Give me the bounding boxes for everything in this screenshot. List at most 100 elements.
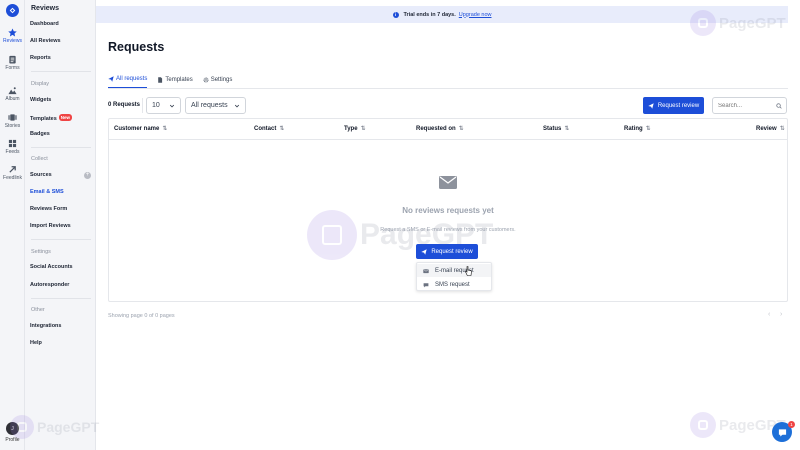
search-box[interactable]: [712, 97, 787, 114]
add-source-icon[interactable]: +: [84, 172, 91, 179]
sms-request-option[interactable]: SMS request: [417, 278, 491, 291]
submenu-item-badges[interactable]: Badges: [30, 131, 50, 137]
clipboard-icon: [8, 54, 18, 64]
column-header-rating[interactable]: Rating ⇅: [624, 125, 651, 133]
submenu-item-social-accounts[interactable]: Social Accounts: [30, 264, 73, 270]
email-request-option[interactable]: E-mail request: [417, 264, 491, 277]
send-icon: [421, 248, 428, 255]
column-header-contact[interactable]: Contact ⇅: [254, 125, 285, 133]
rail-item-forms[interactable]: Forms: [0, 54, 25, 71]
search-icon[interactable]: [776, 102, 782, 109]
empty-state-title: No reviews requests yet: [402, 206, 494, 215]
sort-icon: ⇅: [779, 126, 785, 132]
submenu-item-help[interactable]: Help: [30, 340, 42, 346]
submenu-item-import-reviews[interactable]: Import Reviews: [30, 223, 71, 229]
link-icon: [8, 164, 18, 174]
rail-item-feeds[interactable]: Feeds: [0, 138, 25, 155]
submenu-item-integrations[interactable]: Integrations: [30, 323, 61, 329]
gear-icon: [203, 77, 209, 82]
chevron-down-icon: [234, 104, 240, 107]
column-header-review[interactable]: Review ⇅: [756, 125, 785, 133]
rail-item-album[interactable]: Album: [0, 85, 25, 102]
prev-page-button[interactable]: ‹: [768, 311, 770, 318]
section-heading-display: Display: [31, 81, 50, 87]
search-input[interactable]: [718, 102, 773, 109]
divider: [31, 239, 91, 240]
app-logo-icon[interactable]: [6, 4, 19, 17]
column-label: Status: [543, 125, 562, 132]
sort-icon: ⇅: [360, 126, 366, 132]
profile-label[interactable]: Profile: [0, 437, 25, 443]
watermark-icon: [690, 412, 716, 438]
divider: [31, 298, 91, 299]
section-heading-collect: Collect: [31, 156, 48, 162]
submenu-title: Reviews: [31, 5, 60, 12]
envelope-icon: [423, 268, 429, 273]
trial-text: Trial ends in 7 days.: [403, 11, 456, 18]
column-label: Type: [344, 125, 358, 132]
avatar[interactable]: J: [6, 422, 19, 435]
option-label: SMS request: [435, 281, 470, 288]
rail-label: Stories: [4, 123, 21, 129]
column-label: Review: [756, 125, 777, 132]
tab-settings[interactable]: Settings: [203, 72, 233, 89]
divider: [31, 147, 91, 148]
rail-label: Feeds: [5, 149, 20, 155]
empty-state-subtitle: Request a SMS or E-mail reviews from you…: [380, 227, 516, 233]
next-page-button[interactable]: ›: [780, 311, 782, 318]
request-review-button[interactable]: Request review: [643, 97, 704, 114]
send-icon: [648, 102, 654, 109]
column-header-requested-on[interactable]: Requested on ⇅: [416, 125, 464, 133]
sort-icon: ⇅: [279, 126, 285, 132]
submenu-item-reviews-form[interactable]: Reviews Form: [30, 206, 67, 212]
submenu-item-templates[interactable]: Templates New: [30, 114, 73, 122]
upgrade-link[interactable]: Upgrade now: [459, 12, 492, 18]
rail-item-stories[interactable]: Stories: [0, 112, 25, 129]
chat-bubble-icon: [423, 282, 429, 287]
rail-label: Album: [5, 96, 20, 102]
submenu-item-autoresponder[interactable]: Autoresponder: [30, 282, 69, 288]
request-review-menu-button[interactable]: Request review: [416, 244, 478, 259]
submenu-item-email-sms[interactable]: Email & SMS: [30, 189, 64, 195]
rail-item-reviews[interactable]: Reviews: [0, 27, 25, 44]
icon-rail: Reviews Forms Album Stories Feeds Feedli…: [0, 0, 25, 450]
sort-icon: ⇅: [645, 126, 651, 132]
column-header-status[interactable]: Status ⇅: [543, 125, 570, 133]
tabs-divider: [108, 88, 788, 89]
column-header-customer-name[interactable]: Customer name ⇅: [114, 125, 168, 133]
tab-all-requests[interactable]: All requests: [108, 72, 148, 89]
requests-count: 0 Requests: [108, 102, 141, 108]
tab-templates[interactable]: Templates: [157, 72, 193, 89]
chevron-down-icon: [169, 104, 175, 107]
filter-select[interactable]: All requests: [185, 97, 246, 114]
per-page-select[interactable]: 10: [146, 97, 181, 114]
submenu-item-sources[interactable]: Sources: [30, 172, 52, 178]
rail-item-feedlink[interactable]: Feedlink: [0, 164, 25, 181]
column-header-type[interactable]: Type ⇅: [344, 125, 366, 133]
submenu-item-reports[interactable]: Reports: [30, 55, 51, 61]
sort-icon: ⇅: [162, 126, 168, 132]
pagination-info: Showing page 0 of 0 pages: [108, 313, 175, 319]
submenu-item-dashboard[interactable]: Dashboard: [30, 21, 59, 27]
column-label: Contact: [254, 125, 277, 132]
section-heading-settings: Settings: [31, 249, 51, 255]
submenu-item-label: Templates: [30, 116, 57, 122]
rail-label: Reviews: [3, 38, 22, 44]
tab-label: Settings: [210, 76, 233, 83]
document-icon: [158, 76, 163, 83]
stories-icon: [8, 112, 18, 122]
submenu-item-widgets[interactable]: Widgets: [30, 97, 51, 103]
column-label: Rating: [624, 125, 643, 132]
sort-icon: ⇅: [564, 126, 570, 132]
filter-value: All requests: [191, 102, 228, 109]
submenu-item-all-reviews[interactable]: All Reviews: [30, 38, 61, 44]
chat-icon: [778, 428, 786, 437]
divider: [142, 98, 143, 113]
send-icon: [108, 75, 114, 82]
rail-label: Feedlink: [3, 175, 22, 181]
submenu: Reviews Dashboard All Reviews Reports Di…: [25, 0, 96, 450]
tab-label: Templates: [165, 76, 193, 83]
page-title: Requests: [108, 40, 165, 54]
trial-banner: i Trial ends in 7 days. Upgrade now: [96, 6, 788, 23]
grid-icon: [8, 138, 18, 148]
